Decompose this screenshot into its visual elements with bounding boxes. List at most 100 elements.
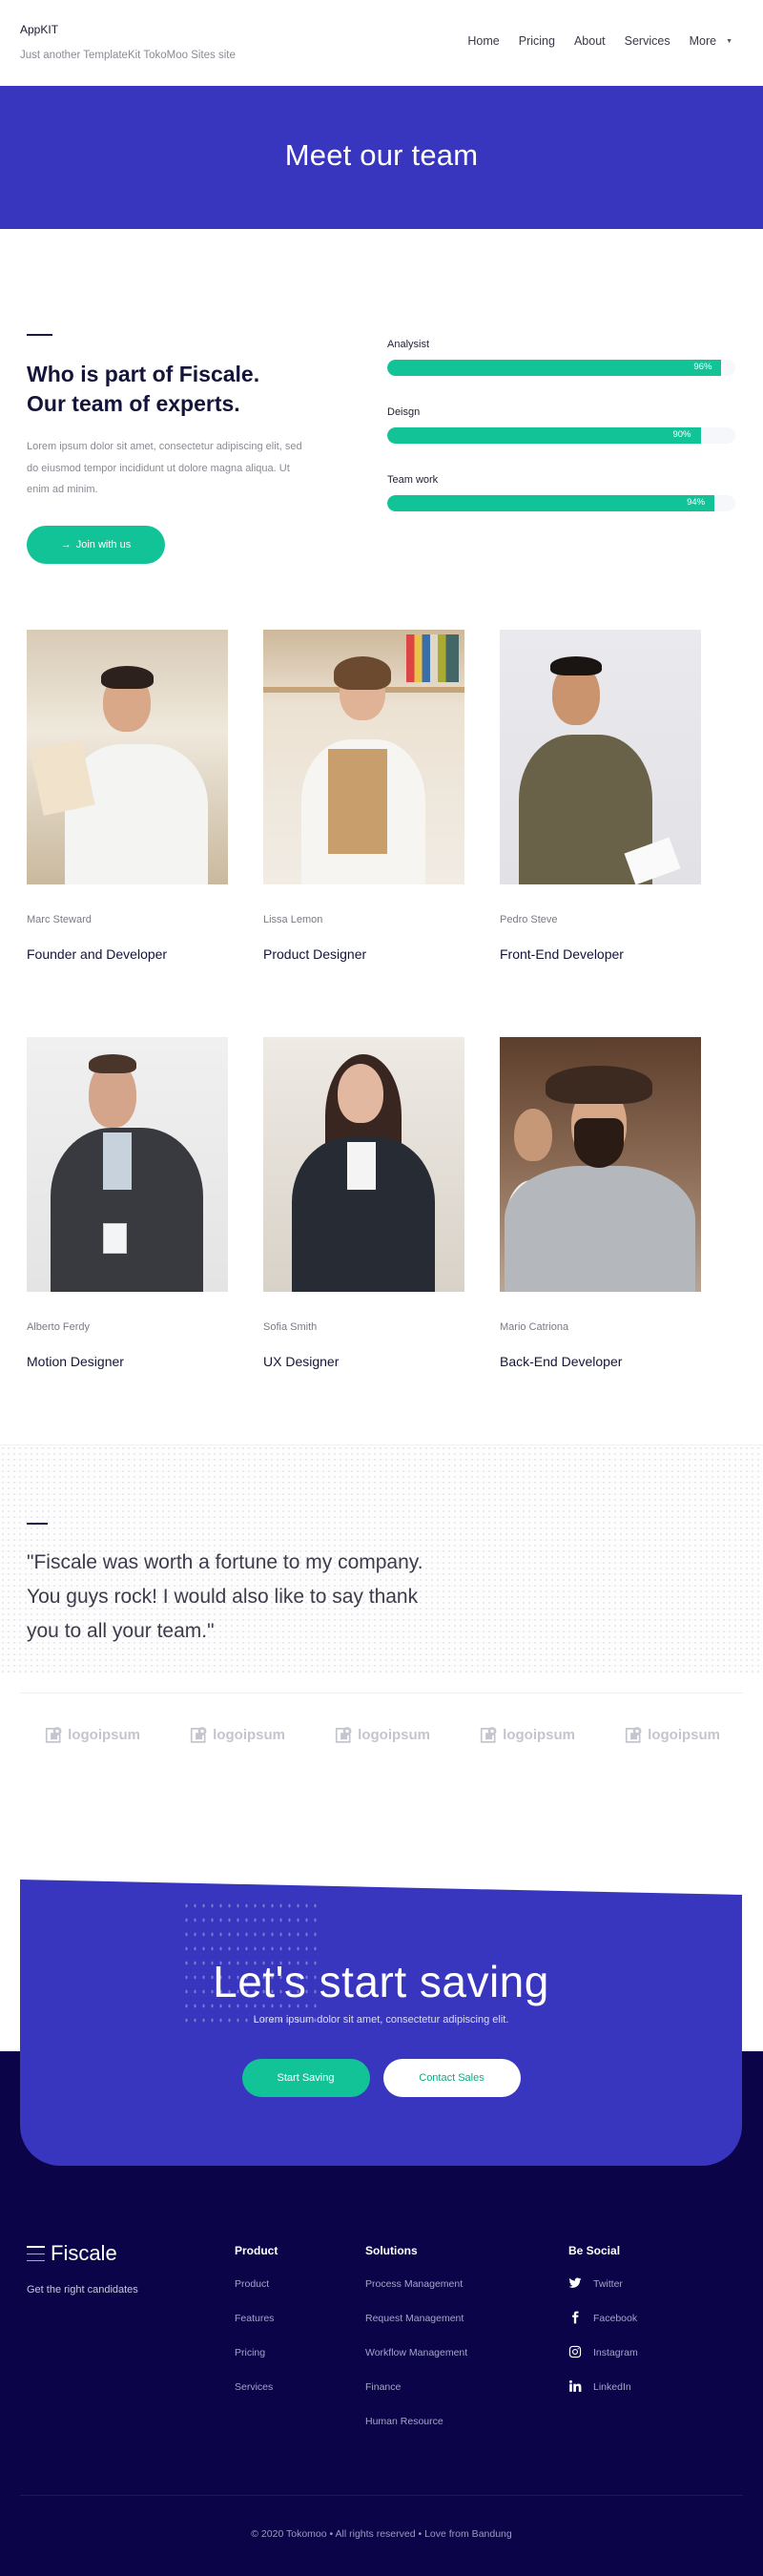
member-name: Marc Steward [27,914,92,925]
footer-link-request-management[interactable]: Request Management [365,2311,467,2345]
logo-label: logoipsum [503,1726,575,1743]
start-saving-button[interactable]: Start Saving [241,2059,370,2097]
footer-link-services[interactable]: Services [235,2379,278,2414]
team-member-card[interactable]: Mario Catriona Back-End Developer [500,1037,701,1444]
member-role: Back-End Developer [500,1354,623,1369]
testimonial-section: "Fiscale was worth a fortune to my compa… [0,1444,763,1673]
skill-percent: 96% [693,362,712,372]
arrow-right-icon: → [60,538,72,551]
nav-services[interactable]: Services [625,34,670,48]
linkedin-icon [568,2379,582,2392]
footer-column-social: Be Social Twitter Facebook Instagram Lin… [568,2244,638,2414]
logo-label: logoipsum [68,1726,140,1743]
footer-link-finance[interactable]: Finance [365,2379,467,2414]
nav-more[interactable]: More ▼ [690,34,732,48]
logo-mark-icon [625,1727,642,1743]
copyright: © 2020 Tokomoo • All rights reserved • L… [251,2528,512,2540]
footer-link-twitter[interactable]: Twitter [568,2276,638,2311]
partner-logos: logoipsum logoipsum logoipsum logoipsum … [0,1673,763,1855]
testimonial-quote: "Fiscale was worth a fortune to my compa… [27,1551,423,1642]
team-member-card[interactable]: Lissa Lemon Product Designer [263,630,464,1037]
brand-tagline: Just another TemplateKit TokoMoo Sites s… [20,50,236,61]
nav-pricing[interactable]: Pricing [519,34,555,48]
member-photo [500,1037,701,1292]
team-member-card[interactable]: Pedro Steve Front-End Developer [500,630,701,1037]
about-text: Lorem ipsum dolor sit amet, consectetur … [27,441,302,495]
member-photo [27,630,228,884]
nav-about[interactable]: About [574,34,606,48]
footer-link-pricing[interactable]: Pricing [235,2345,278,2379]
skill-item: Deisgn 90% [387,406,735,444]
member-role: Founder and Developer [27,946,168,962]
member-photo [500,630,701,884]
member-photo [263,1037,464,1292]
skill-label: Team work [387,474,439,486]
member-name: Alberto Ferdy [27,1321,91,1333]
nav-more-label: More [689,34,717,48]
logo-row: logoipsum logoipsum logoipsum logoipsum … [45,1724,720,1745]
team-member-card[interactable]: Alberto Ferdy Motion Designer [27,1037,228,1444]
footer-link-facebook[interactable]: Facebook [568,2311,638,2345]
footer-link-linkedin[interactable]: LinkedIn [568,2379,638,2414]
facebook-icon [572,2311,579,2324]
skill-progress-bar: 94% [387,495,735,511]
footer-logo[interactable]: Fiscale [27,2241,117,2266]
skills-list: Analysist 96% Deisgn 90% Team work 94% [387,339,735,542]
footer-link-features[interactable]: Features [235,2311,278,2345]
partner-logo[interactable]: logoipsum [335,1724,430,1745]
skill-percent: 94% [687,497,706,508]
skill-item: Team work 94% [387,474,735,511]
social-label: Twitter [593,2278,623,2290]
team-section: Marc Steward Founder and Developer Lissa… [0,630,763,1444]
partner-logo[interactable]: logoipsum [190,1724,285,1745]
logo-mark-icon [335,1727,352,1743]
footer-link-instagram[interactable]: Instagram [568,2345,638,2379]
partner-logo[interactable]: logoipsum [45,1724,140,1745]
page: AppKIT Just another TemplateKit TokoMoo … [0,0,763,2576]
logo-label: logoipsum [648,1726,720,1743]
nav-home[interactable]: Home [467,34,499,48]
footer-link-human-resource[interactable]: Human Resource [365,2414,467,2448]
contact-sales-button[interactable]: Contact Sales [382,2059,521,2097]
footer-column-product: Product Product Features Pricing Service… [235,2244,278,2414]
twitter-icon [568,2277,582,2288]
partner-logo[interactable]: logoipsum [625,1724,720,1745]
member-role: Product Designer [263,946,367,962]
member-role: Front-End Developer [500,946,624,962]
skill-progress-bar: 96% [387,360,735,376]
cta-title: Let's start saving [213,1957,549,2006]
about-heading: Who is part of Fiscale. Our team of expe… [27,360,303,419]
footer-brand: Fiscale [51,2241,117,2265]
team-member-card[interactable]: Marc Steward Founder and Developer [27,630,228,1037]
footer-link-workflow-management[interactable]: Workflow Management [365,2345,467,2379]
team-member-card[interactable]: Sofia Smith UX Designer [263,1037,464,1444]
about-heading-line2: Our team of experts. [27,391,240,416]
skill-progress-fill: 96% [387,360,722,376]
member-photo [263,630,464,884]
footer-column-title: Be Social [568,2244,621,2257]
section-divider [27,1523,48,1525]
about-intro: Who is part of Fiscale. Our team of expe… [27,334,303,564]
logo-bars-icon [27,2246,45,2261]
social-label: Facebook [593,2313,638,2324]
footer-column-solutions: Solutions Process Management Request Man… [365,2244,467,2448]
about-section: Who is part of Fiscale. Our team of expe… [0,229,763,630]
footer-divider [20,2495,743,2496]
member-name: Lissa Lemon [263,914,323,925]
member-name: Mario Catriona [500,1321,569,1333]
brand-name[interactable]: AppKIT [20,23,236,36]
instagram-icon [568,2345,582,2358]
footer-link-process-management[interactable]: Process Management [365,2276,467,2311]
skill-label: Deisgn [387,406,421,418]
social-label: Instagram [593,2347,638,2358]
skill-percent: 90% [672,429,691,440]
logo-mark-icon [45,1727,62,1743]
team-row: Marc Steward Founder and Developer Lissa… [27,630,763,1037]
logo-mark-icon [190,1727,207,1743]
about-heading-line1: Who is part of Fiscale. [27,362,260,386]
join-button[interactable]: → Join with us [27,525,165,564]
section-divider [27,334,52,336]
partner-logo[interactable]: logoipsum [480,1724,575,1745]
footer-link-product[interactable]: Product [235,2276,278,2311]
team-row: Alberto Ferdy Motion Designer Sofia Smit… [27,1037,763,1444]
